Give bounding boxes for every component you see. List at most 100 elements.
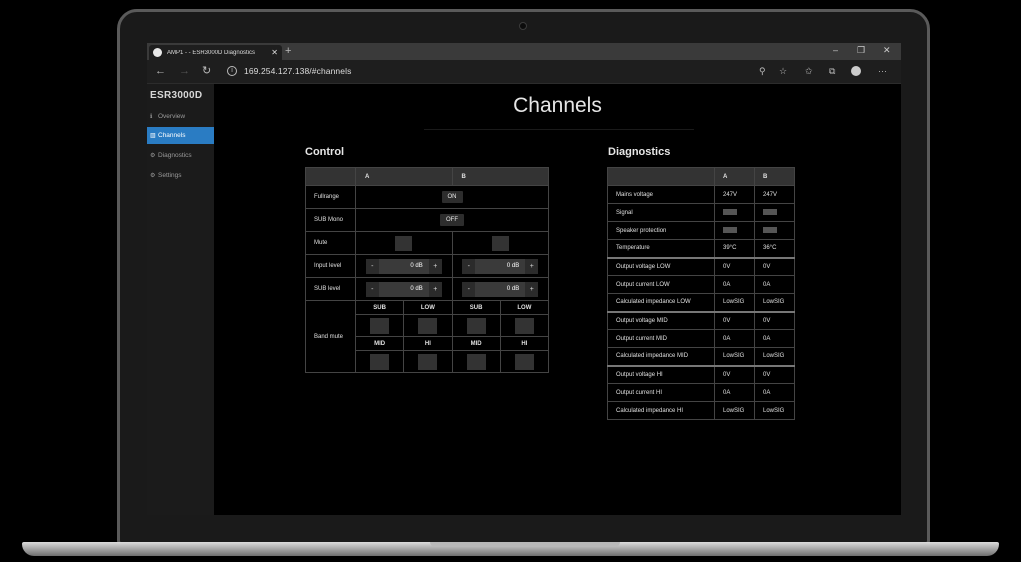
title-divider	[424, 129, 694, 130]
site-info-icon[interactable]: i	[227, 66, 237, 76]
forward-button[interactable]: →	[179, 65, 190, 77]
new-tab-button[interactable]: +	[285, 45, 291, 58]
speaker-protection-a-bar	[723, 227, 737, 234]
fullrange-label: Fullrange	[305, 185, 356, 209]
band-mute-a-hi-toggle[interactable]	[418, 353, 438, 370]
input-level-b-value[interactable]: 0 dB	[475, 258, 526, 274]
diag-label: Calculated impedance MID	[607, 347, 715, 366]
input-level-a-value[interactable]: 0 dB	[378, 258, 429, 274]
diag-value-a: LowSIG	[714, 293, 755, 312]
speaker-protection-b-indicator	[754, 221, 795, 240]
diag-value-a: 0A	[714, 275, 755, 294]
band-b-sub-cell	[451, 314, 501, 337]
diag-value-b: 0A	[754, 275, 795, 294]
diag-label: Output current HI	[607, 383, 715, 402]
sub-level-a-decrease-button[interactable]: -	[365, 281, 379, 297]
band-b-low-cell	[499, 314, 550, 337]
diag-label: Temperature	[607, 239, 715, 258]
diag-value-b: LowSIG	[754, 401, 795, 420]
sub-mono-toggle[interactable]: OFF	[440, 214, 464, 226]
band-a-low-cell	[403, 314, 453, 337]
input-level-b-decrease-button[interactable]: -	[462, 258, 476, 274]
sub-level-b-increase-button[interactable]: +	[525, 281, 539, 297]
gear-icon: ⚙	[150, 153, 156, 159]
diag-value-a: 0V	[714, 364, 755, 384]
sub-level-a-increase-button[interactable]: +	[428, 281, 442, 297]
diag-value-b: 36°C	[754, 239, 795, 258]
favorites-icon[interactable]: ✩	[805, 65, 813, 77]
sub-level-b-stepper: - 0 dB +	[453, 281, 549, 297]
signal-b-indicator	[754, 203, 795, 222]
signal-b-bar	[763, 209, 777, 216]
band-mute-b-sub-toggle[interactable]	[466, 317, 486, 334]
control-header-b: B	[451, 167, 549, 186]
sub-level-a-value[interactable]: 0 dB	[378, 281, 429, 297]
control-header-empty	[305, 167, 356, 186]
table-row: Calculated impedance LOW LowSIG LowSIG	[607, 293, 795, 312]
table-row: Signal	[607, 203, 795, 222]
gear-icon: ⚙	[150, 173, 156, 179]
browser-tab[interactable]: AMP1 - - ESR3000D Diagnostics ✕	[149, 45, 282, 60]
sub-level-b-decrease-button[interactable]: -	[462, 281, 476, 297]
control-table: A B Fullrange ON SUB Mono OFF Mute Input…	[305, 167, 550, 373]
mute-a-toggle[interactable]	[395, 235, 413, 251]
diag-value-a: 0A	[714, 329, 755, 348]
band-b-low-heading: LOW	[499, 300, 550, 315]
table-row: Output voltage MID 0V 0V	[607, 310, 795, 330]
input-level-a-cell: - 0 dB +	[355, 254, 453, 278]
diag-value-a: 39°C	[714, 239, 755, 258]
band-mute-a-mid-toggle[interactable]	[370, 353, 390, 370]
back-button[interactable]: ←	[155, 65, 166, 77]
sidebar-item-diagnostics[interactable]: ⚙ Diagnostics	[147, 147, 214, 164]
diag-value-b: LowSIG	[754, 293, 795, 312]
band-mute-b-low-toggle[interactable]	[514, 317, 534, 334]
band-mute-b-hi-toggle[interactable]	[514, 353, 534, 370]
webcam	[519, 22, 527, 30]
collections-icon[interactable]: ⧉	[829, 65, 835, 77]
sub-mono-label: SUB Mono	[305, 208, 356, 232]
reload-button[interactable]: ↻	[202, 65, 211, 77]
sub-level-label: SUB level	[305, 277, 356, 301]
sidebar-item-overview[interactable]: ℹ Overview	[147, 108, 214, 125]
input-level-a-increase-button[interactable]: +	[428, 258, 442, 274]
control-title: Control	[305, 146, 345, 158]
input-level-b-stepper: - 0 dB +	[453, 258, 549, 274]
mute-b-toggle[interactable]	[491, 235, 509, 251]
band-mute-label: Band mute	[305, 300, 356, 373]
sidebar-item-label: Settings	[158, 172, 182, 179]
minimize-button[interactable]: –	[833, 45, 838, 56]
band-a-mid-cell	[354, 350, 405, 373]
diag-label: Output voltage HI	[607, 364, 715, 384]
more-icon[interactable]: ···	[878, 65, 887, 77]
band-a-hi-heading: HI	[403, 336, 453, 351]
diag-value-a: 0V	[714, 310, 755, 330]
diag-label: Output voltage LOW	[607, 256, 715, 276]
band-mute-b-mid-toggle[interactable]	[466, 353, 486, 370]
close-window-button[interactable]: ✕	[883, 45, 891, 56]
fullrange-toggle[interactable]: ON	[441, 191, 463, 203]
table-row: Output current MID 0A 0A	[607, 329, 795, 348]
band-b-mid-cell	[451, 350, 501, 373]
diag-label: Mains voltage	[607, 185, 715, 204]
input-level-a-decrease-button[interactable]: -	[365, 258, 379, 274]
band-mute-a-low-toggle[interactable]	[418, 317, 438, 334]
tab-close-icon[interactable]: ✕	[271, 48, 278, 57]
diag-value-a: 0V	[714, 256, 755, 276]
favorite-star-icon[interactable]: ☆	[779, 65, 787, 77]
url-field[interactable]: 169.254.127.138/#channels	[244, 66, 351, 76]
zoom-icon[interactable]: ⚲	[759, 65, 766, 77]
input-level-b-increase-button[interactable]: +	[525, 258, 539, 274]
sidebar-item-settings[interactable]: ⚙ Settings	[147, 167, 214, 184]
page: ESR3000D ℹ Overview ▥ Channels ⚙ Diagnostic…	[147, 84, 901, 515]
sub-level-a-stepper: - 0 dB +	[356, 281, 452, 297]
profile-avatar[interactable]	[851, 66, 861, 76]
diag-value-a: LowSIG	[714, 347, 755, 366]
sidebar-item-channels[interactable]: ▥ Channels	[147, 127, 214, 144]
sidebar-item-label: Diagnostics	[158, 152, 192, 159]
input-level-b-cell: - 0 dB +	[451, 254, 549, 278]
band-mute-a-sub-toggle[interactable]	[370, 317, 390, 334]
sub-level-b-value[interactable]: 0 dB	[475, 281, 526, 297]
restore-button[interactable]: ❐	[857, 45, 865, 56]
diag-label: Output current LOW	[607, 275, 715, 294]
band-b-hi-cell	[499, 350, 550, 373]
